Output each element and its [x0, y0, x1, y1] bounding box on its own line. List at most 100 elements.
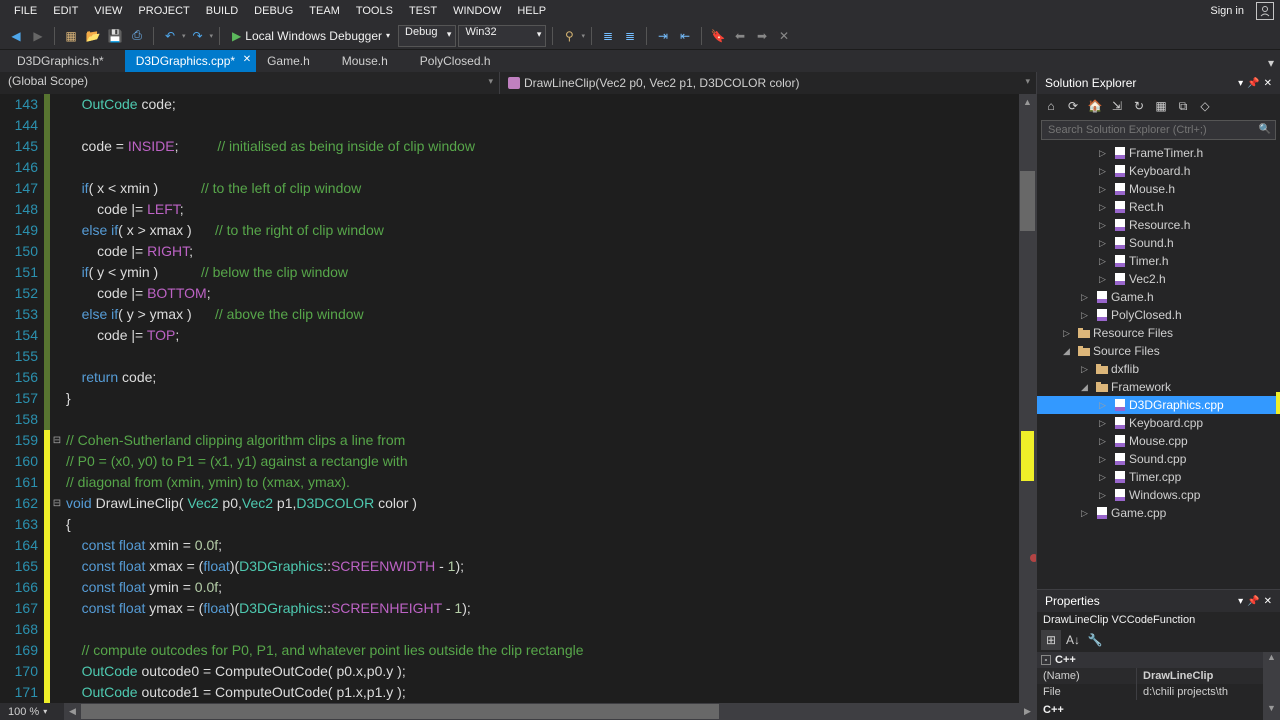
expand-icon[interactable]: ◢ [1063, 346, 1075, 357]
panel-menu-icon[interactable]: ▾ [1238, 78, 1243, 89]
show-all-icon[interactable]: ▦ [1151, 96, 1171, 116]
panel-close-icon[interactable]: ✕ [1264, 596, 1272, 607]
expand-icon[interactable]: ▷ [1099, 400, 1111, 411]
property-row[interactable]: (Name)DrawLineClip [1037, 668, 1263, 684]
menu-window[interactable]: WINDOW [445, 3, 509, 19]
tree-item[interactable]: ▷Game.cpp [1037, 504, 1280, 522]
save-icon[interactable]: 💾 [105, 26, 125, 46]
tree-item[interactable]: ▷FrameTimer.h [1037, 144, 1280, 162]
menu-file[interactable]: FILE [6, 3, 45, 19]
alphabetical-icon[interactable]: A↓ [1063, 630, 1083, 650]
bookmark-icon[interactable]: 🔖 [708, 26, 728, 46]
expand-icon[interactable]: ▷ [1099, 274, 1111, 285]
next-bookmark-icon[interactable]: ➡ [752, 26, 772, 46]
sign-in-link[interactable]: Sign in [1202, 3, 1252, 19]
tree-item[interactable]: ▷Sound.h [1037, 234, 1280, 252]
expand-icon[interactable]: ▷ [1099, 148, 1111, 159]
vertical-scrollbar[interactable]: ▲ ▼ [1019, 94, 1036, 703]
new-project-icon[interactable]: ▦ [61, 26, 81, 46]
expand-icon[interactable]: ▷ [1081, 508, 1093, 519]
clear-bookmarks-icon[interactable]: ✕ [774, 26, 794, 46]
panel-pin-icon[interactable]: 📌 [1247, 78, 1259, 89]
expand-icon[interactable]: ▷ [1081, 310, 1093, 321]
tab-d3dgraphicsh[interactable]: D3DGraphics.h* [6, 50, 125, 72]
menu-view[interactable]: VIEW [86, 3, 130, 19]
solution-platform-select[interactable]: Win32 [458, 25, 546, 47]
find-icon[interactable]: ⚲ [559, 26, 579, 46]
tree-item[interactable]: ▷Vec2.h [1037, 270, 1280, 288]
tree-item[interactable]: ▷Keyboard.h [1037, 162, 1280, 180]
tree-item[interactable]: ▷Rect.h [1037, 198, 1280, 216]
tab-d3dgraphicscpp[interactable]: D3DGraphics.cpp*✕ [125, 50, 256, 72]
open-icon[interactable]: 📂 [83, 26, 103, 46]
tab-polyclosedh[interactable]: PolyClosed.h [409, 50, 512, 72]
scope-dropdown[interactable]: (Global Scope) [0, 72, 500, 94]
menu-help[interactable]: HELP [509, 3, 554, 19]
properties-icon[interactable]: ⧉ [1173, 96, 1193, 116]
tree-item[interactable]: ▷dxflib [1037, 360, 1280, 378]
expand-icon[interactable]: ▷ [1099, 472, 1111, 483]
tree-item[interactable]: ▷Resource.h [1037, 216, 1280, 234]
refresh-icon[interactable]: ↻ [1129, 96, 1149, 116]
panel-pin-icon[interactable]: 📌 [1247, 596, 1259, 607]
solution-search[interactable]: 🔍 [1041, 120, 1276, 140]
menu-edit[interactable]: EDIT [45, 3, 86, 19]
menu-team[interactable]: TEAM [301, 3, 348, 19]
property-row[interactable]: Filed:\chili projects\th [1037, 684, 1263, 700]
redo-icon[interactable]: ↷ [188, 26, 208, 46]
expand-icon[interactable]: ▷ [1081, 364, 1093, 375]
expand-icon[interactable]: ▷ [1099, 454, 1111, 465]
solution-search-input[interactable] [1042, 121, 1255, 139]
expand-icon[interactable]: ▷ [1099, 238, 1111, 249]
home-icon[interactable]: ⌂ [1041, 96, 1061, 116]
tree-item[interactable]: ▷Resource Files [1037, 324, 1280, 342]
solution-tree[interactable]: ▷FrameTimer.h▷Keyboard.h▷Mouse.h▷Rect.h▷… [1037, 142, 1280, 589]
tree-item[interactable]: ▷Sound.cpp [1037, 450, 1280, 468]
menu-project[interactable]: PROJECT [130, 3, 197, 19]
outdent-icon[interactable]: ⇤ [675, 26, 695, 46]
expand-icon[interactable]: ▷ [1099, 184, 1111, 195]
uncomment-icon[interactable]: ≣ [620, 26, 640, 46]
comment-icon[interactable]: ≣ [598, 26, 618, 46]
tree-item[interactable]: ▷Keyboard.cpp [1037, 414, 1280, 432]
zoom-level[interactable]: 100 % [8, 706, 39, 718]
expand-icon[interactable]: ◢ [1081, 382, 1093, 393]
horizontal-scrollbar[interactable]: ◀ ▶ [64, 703, 1036, 720]
scroll-up-icon[interactable]: ▲ [1019, 94, 1036, 111]
back-nav-icon[interactable]: ◀ [6, 26, 26, 46]
properties-scrollbar[interactable]: ▲ ▼ [1263, 652, 1280, 720]
preview-icon[interactable]: ◇ [1195, 96, 1215, 116]
panel-close-icon[interactable]: ✕ [1264, 78, 1272, 89]
menu-debug[interactable]: DEBUG [246, 3, 301, 19]
undo-icon[interactable]: ↶ [160, 26, 180, 46]
props-pages-icon[interactable]: 🔧 [1085, 630, 1105, 650]
expand-icon[interactable]: ▷ [1099, 256, 1111, 267]
indent-icon[interactable]: ⇥ [653, 26, 673, 46]
tree-item[interactable]: ▷Timer.cpp [1037, 468, 1280, 486]
code-text-area[interactable]: 1431441451461471481491501511521531541551… [0, 94, 1036, 703]
expand-icon[interactable]: ▷ [1081, 292, 1093, 303]
tree-item[interactable]: ▷Game.h [1037, 288, 1280, 306]
tree-item[interactable]: ▷Mouse.h [1037, 180, 1280, 198]
tree-item[interactable]: ▷D3DGraphics.cpp [1037, 396, 1280, 414]
tree-item[interactable]: ◢Framework [1037, 378, 1280, 396]
search-submit-icon[interactable]: 🔍 [1255, 121, 1275, 139]
panel-menu-icon[interactable]: ▾ [1238, 596, 1243, 607]
expand-icon[interactable]: ▷ [1099, 166, 1111, 177]
menu-build[interactable]: BUILD [198, 3, 246, 19]
tree-item[interactable]: ▷Mouse.cpp [1037, 432, 1280, 450]
user-icon[interactable] [1256, 2, 1274, 20]
solution-config-select[interactable]: Debug [398, 25, 456, 47]
tree-item[interactable]: ◢Source Files [1037, 342, 1280, 360]
pending-icon[interactable]: 🏠 [1085, 96, 1105, 116]
property-category[interactable]: -C++ [1037, 652, 1263, 668]
tab-close-icon[interactable]: ✕ [243, 54, 251, 65]
expand-icon[interactable]: ▷ [1099, 202, 1111, 213]
member-dropdown[interactable]: DrawLineClip(Vec2 p0, Vec2 p1, D3DCOLOR … [500, 72, 1036, 94]
start-debugging-button[interactable]: ▶ Local Windows Debugger ▾ [226, 25, 396, 47]
menu-test[interactable]: TEST [401, 3, 445, 19]
prev-bookmark-icon[interactable]: ⬅ [730, 26, 750, 46]
expand-icon[interactable]: ▷ [1063, 328, 1075, 339]
expand-icon[interactable]: ▷ [1099, 490, 1111, 501]
tree-item[interactable]: ▷Timer.h [1037, 252, 1280, 270]
